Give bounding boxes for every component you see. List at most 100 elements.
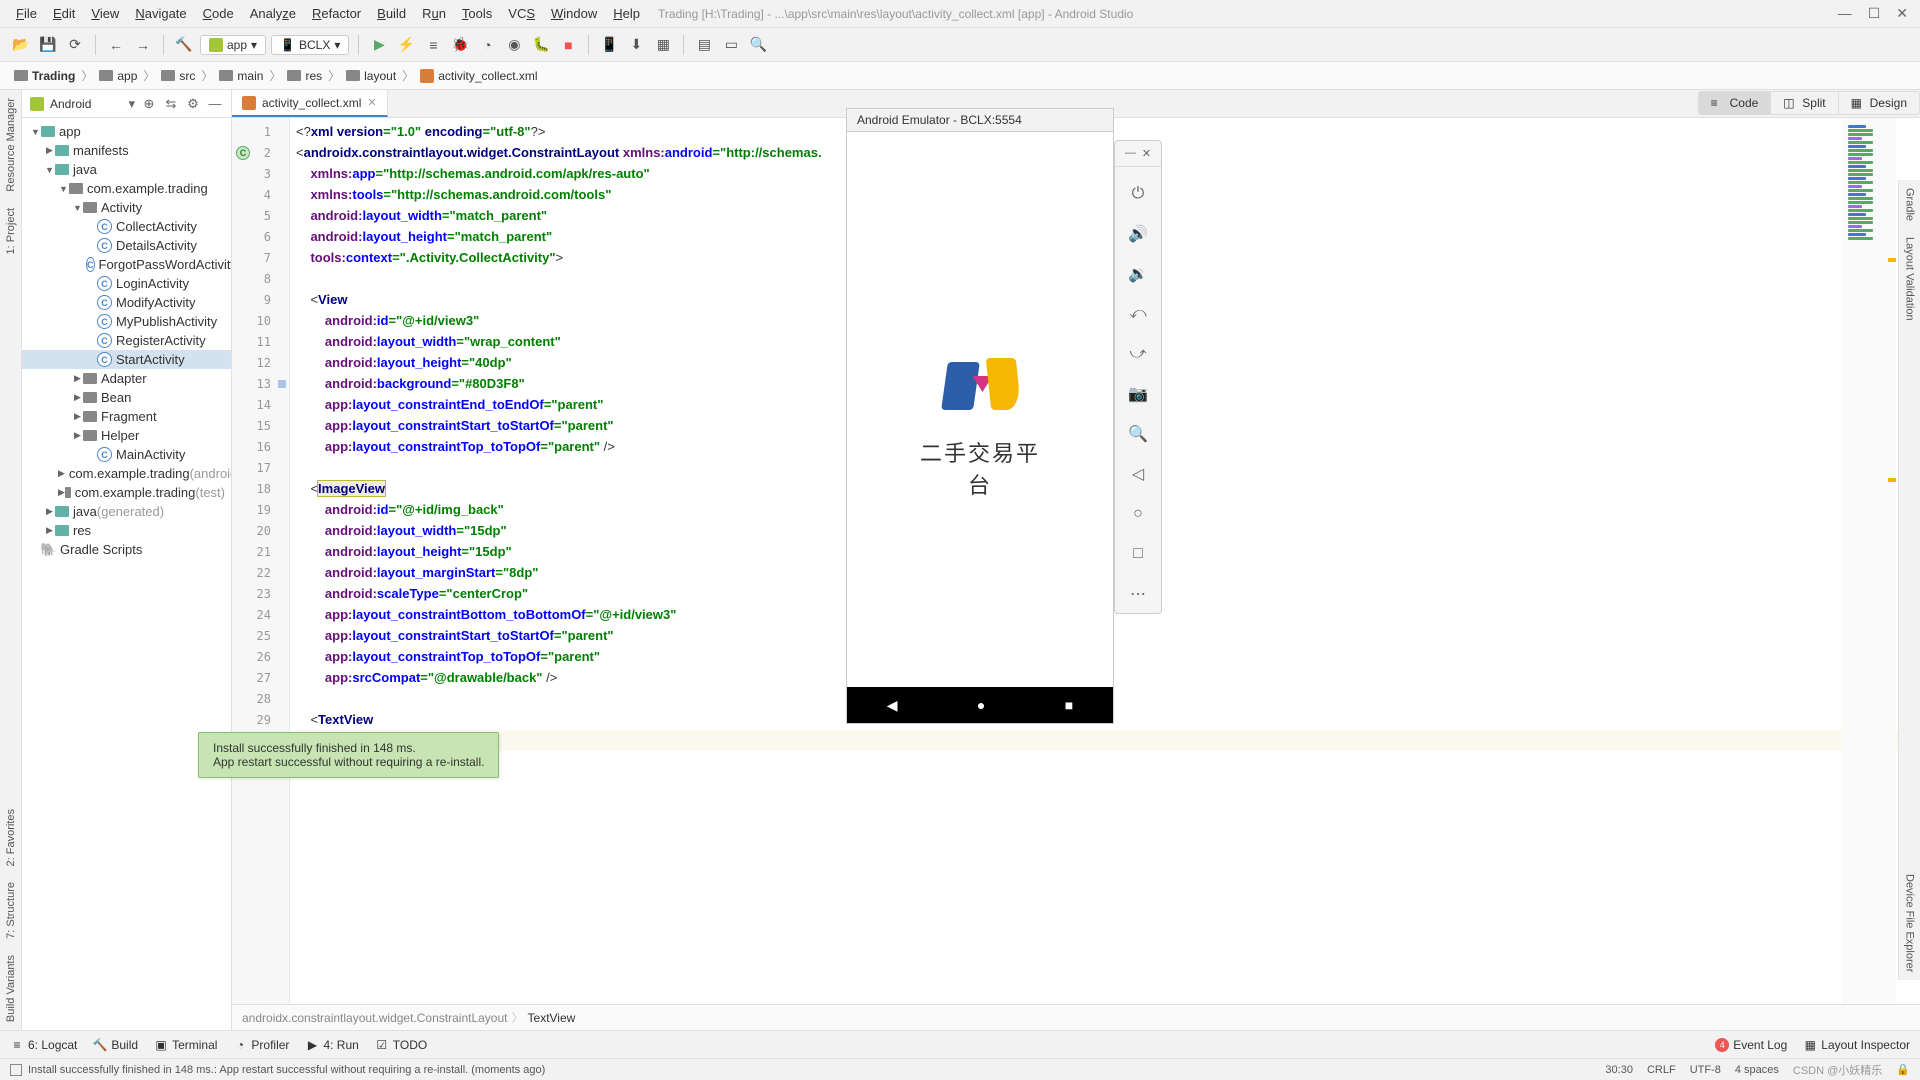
menu-build[interactable]: Build — [369, 3, 414, 24]
strip-layout-validation[interactable]: Layout Validation — [1904, 229, 1916, 329]
strip-resource-manager[interactable]: Resource Manager — [5, 90, 17, 200]
nav-recent-icon[interactable]: ■ — [1065, 697, 1073, 713]
gutter-class-icon[interactable]: C — [236, 146, 250, 160]
menu-edit[interactable]: Edit — [45, 3, 83, 24]
debug-icon[interactable]: 🐞 — [449, 34, 471, 56]
overview-icon[interactable]: □ — [1125, 541, 1151, 567]
strip-device-explorer[interactable]: Device File Explorer — [1904, 866, 1916, 980]
target-icon[interactable]: ⊕ — [141, 96, 157, 112]
dropdown-icon[interactable]: ▾ — [128, 96, 135, 112]
breadcrumb-item[interactable]: src — [157, 67, 199, 85]
status-lock-icon[interactable]: 🔒 — [1896, 1063, 1910, 1076]
tree-row[interactable]: CDetailsActivity — [22, 236, 231, 255]
breadcrumb-tag[interactable]: TextView — [528, 1011, 576, 1025]
menu-code[interactable]: Code — [195, 3, 242, 24]
tree-arrow-icon[interactable]: ▼ — [58, 184, 69, 194]
power-icon[interactable]: ⏻ — [1125, 181, 1151, 207]
editor-tab-active[interactable]: activity_collect.xml ✕ — [232, 90, 388, 117]
strip-favorites[interactable]: 2: Favorites — [5, 801, 17, 874]
tree-row[interactable]: CMyPublishActivity — [22, 312, 231, 331]
tree-row[interactable]: ▶Adapter — [22, 369, 231, 388]
strip-project[interactable]: 1: Project — [5, 200, 17, 262]
tree-row[interactable]: CMainActivity — [22, 445, 231, 464]
project-structure-icon[interactable]: ▤ — [693, 34, 715, 56]
window-minimize-icon[interactable]: — — [1838, 5, 1852, 22]
gear-icon[interactable]: ⚙ — [185, 96, 201, 112]
breadcrumb-tag[interactable]: androidx.constraintlayout.widget.Constra… — [242, 1011, 508, 1025]
menu-analyze[interactable]: Analyze — [242, 3, 304, 24]
running-devices-icon[interactable]: ▭ — [720, 34, 742, 56]
tree-arrow-icon[interactable]: ▼ — [72, 203, 83, 213]
strip-structure[interactable]: 7: Structure — [5, 874, 17, 947]
breadcrumb-item[interactable]: app — [95, 67, 141, 85]
status-square-icon[interactable] — [10, 1064, 22, 1076]
tree-row[interactable]: ▶manifests — [22, 141, 231, 160]
back-icon[interactable]: ← — [105, 34, 127, 56]
tree-row[interactable]: 🐘Gradle Scripts — [22, 540, 231, 559]
tree-row[interactable]: ▼app — [22, 122, 231, 141]
stop-icon[interactable]: ■ — [557, 34, 579, 56]
save-icon[interactable]: 💾 — [37, 34, 59, 56]
emu-minimize-icon[interactable]: — — [1125, 147, 1136, 160]
menu-navigate[interactable]: Navigate — [127, 3, 194, 24]
status-encoding[interactable]: UTF-8 — [1690, 1064, 1721, 1076]
back-icon[interactable]: ◁ — [1125, 461, 1151, 487]
tool-layout-inspector[interactable]: ▦Layout Inspector — [1803, 1038, 1910, 1052]
tool-profiler[interactable]: ◔Profiler — [233, 1038, 289, 1052]
menu-tools[interactable]: Tools — [454, 3, 500, 24]
breadcrumb-item[interactable]: main — [215, 67, 267, 85]
open-icon[interactable]: 📂 — [10, 34, 32, 56]
home-icon[interactable]: ○ — [1125, 501, 1151, 527]
profile-icon[interactable]: ◔ — [476, 34, 498, 56]
forward-icon[interactable]: → — [132, 34, 154, 56]
emulator-title[interactable]: Android Emulator - BCLX:5554 — [846, 108, 1114, 132]
menu-file[interactable]: File — [8, 3, 45, 24]
volume-up-icon[interactable]: 🔊 — [1125, 221, 1151, 247]
coverage-icon[interactable]: ≡ — [422, 34, 444, 56]
rotate-right-icon[interactable]: ⤻ — [1125, 341, 1151, 367]
emu-close-icon[interactable]: ✕ — [1142, 147, 1151, 160]
camera-icon[interactable]: 📷 — [1125, 381, 1151, 407]
strip-build-variants[interactable]: Build Variants — [5, 947, 17, 1030]
apply-changes-icon[interactable]: ⚡ — [395, 34, 417, 56]
breadcrumb-item[interactable]: res — [283, 67, 326, 85]
tree-arrow-icon[interactable]: ▶ — [72, 430, 83, 441]
tree-arrow-icon[interactable]: ▶ — [58, 468, 65, 479]
tree-row[interactable]: ▶com.example.trading (test) — [22, 483, 231, 502]
tool-run[interactable]: ▶4: Run — [305, 1038, 358, 1052]
nav-home-icon[interactable]: ● — [977, 697, 985, 713]
run-icon[interactable]: ▶ — [368, 34, 390, 56]
tree-arrow-icon[interactable]: ▼ — [30, 127, 41, 137]
tool-terminal[interactable]: ▣Terminal — [154, 1038, 217, 1052]
collapse-icon[interactable]: ⇆ — [163, 96, 179, 112]
zoom-icon[interactable]: 🔍 — [1125, 421, 1151, 447]
tree-row[interactable]: ▼com.example.trading — [22, 179, 231, 198]
tree-row[interactable]: ▶Bean — [22, 388, 231, 407]
menu-help[interactable]: Help — [605, 3, 648, 24]
tree-row[interactable]: CCollectActivity — [22, 217, 231, 236]
menu-view[interactable]: View — [83, 3, 127, 24]
gutter-marker-icon[interactable] — [278, 380, 286, 388]
resource-manager-icon[interactable]: ▦ — [652, 34, 674, 56]
tool-event-log[interactable]: 4Event Log — [1715, 1038, 1787, 1052]
project-tree[interactable]: ▼app▶manifests▼java▼com.example.trading▼… — [22, 118, 231, 1030]
menu-refactor[interactable]: Refactor — [304, 3, 369, 24]
editor-gutter[interactable]: 1C23456789101112131415161718192021222324… — [232, 118, 290, 1004]
strip-gradle[interactable]: Gradle — [1904, 180, 1916, 229]
menu-vcs[interactable]: VCS — [500, 3, 543, 24]
rotate-left-icon[interactable]: ⤺ — [1125, 301, 1151, 327]
make-project-icon[interactable]: 🔨 — [173, 34, 195, 56]
menu-run[interactable]: Run — [414, 3, 454, 24]
view-mode-code[interactable]: ≡Code — [1699, 92, 1772, 114]
tool-todo[interactable]: ☑TODO — [375, 1038, 427, 1052]
tree-row[interactable]: CForgotPassWordActivity — [22, 255, 231, 274]
tree-row[interactable]: CStartActivity — [22, 350, 231, 369]
tree-row[interactable]: ▶res — [22, 521, 231, 540]
view-mode-design[interactable]: ▦Design — [1839, 92, 1919, 114]
view-mode-split[interactable]: ◫Split — [1771, 92, 1838, 114]
breadcrumb-item[interactable]: activity_collect.xml — [416, 67, 541, 85]
tree-row[interactable]: ▶Fragment — [22, 407, 231, 426]
avd-manager-icon[interactable]: 📱 — [598, 34, 620, 56]
window-close-icon[interactable]: ✕ — [1896, 5, 1908, 22]
more-icon[interactable]: ⋯ — [1125, 581, 1151, 607]
